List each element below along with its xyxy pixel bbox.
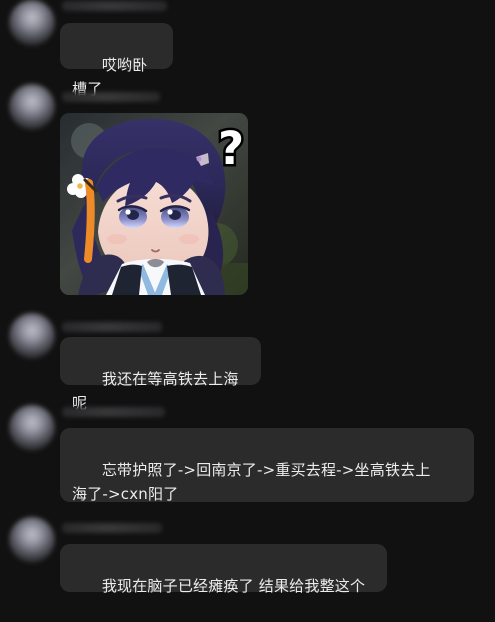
message-bubble[interactable]: 我现在脑子已经瘫痪了 结果给我整这个 [60,544,387,595]
message-text: 忘带护照了->回南京了->重买去程->坐高铁去上 海了->cxn阳了 [72,461,431,503]
sender-name [62,1,167,11]
message-text: 我现在脑子已经瘫痪了 结果给我整这个 [101,577,366,595]
sticker-image[interactable]: ? [60,113,248,295]
sender-avatar[interactable] [9,313,55,359]
sticker-illustration: ? [60,113,248,295]
sender-avatar[interactable] [9,0,55,46]
svg-text:?: ? [218,122,244,175]
message-bubble[interactable]: 忘带护照了->回南京了->重买去程->坐高铁去上 海了->cxn阳了 [60,428,474,503]
sender-name [62,407,165,417]
sender-avatar[interactable] [9,405,55,451]
sender-avatar[interactable] [9,517,55,563]
sender-name [62,92,160,102]
chat-feed: 哎哟卧槽了 ? 我还在等高铁去上海呢 忘带护照了->回南京了->重买去程->坐高… [0,0,495,602]
sender-name [62,523,162,533]
message-bubble[interactable]: 我还在等高铁去上海呢 [60,337,261,412]
message-bubble[interactable]: 哎哟卧槽了 [60,23,173,98]
sender-avatar[interactable] [9,84,55,130]
sender-name [62,322,162,332]
question-mark-icon: ? [215,120,246,178]
message-text: 我还在等高铁去上海呢 [72,370,239,412]
